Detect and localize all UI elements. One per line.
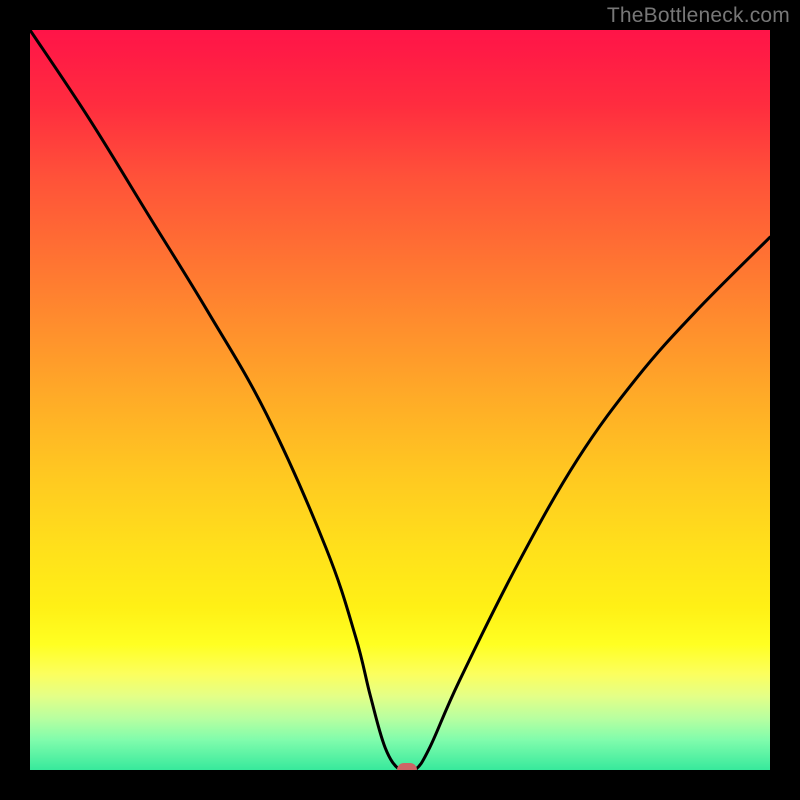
watermark-text: TheBottleneck.com xyxy=(607,4,790,28)
optimal-point-marker xyxy=(397,763,417,770)
bottleneck-curve xyxy=(30,30,770,770)
plot-area xyxy=(30,30,770,770)
chart-frame: TheBottleneck.com xyxy=(0,0,800,800)
curve-path xyxy=(30,30,770,770)
